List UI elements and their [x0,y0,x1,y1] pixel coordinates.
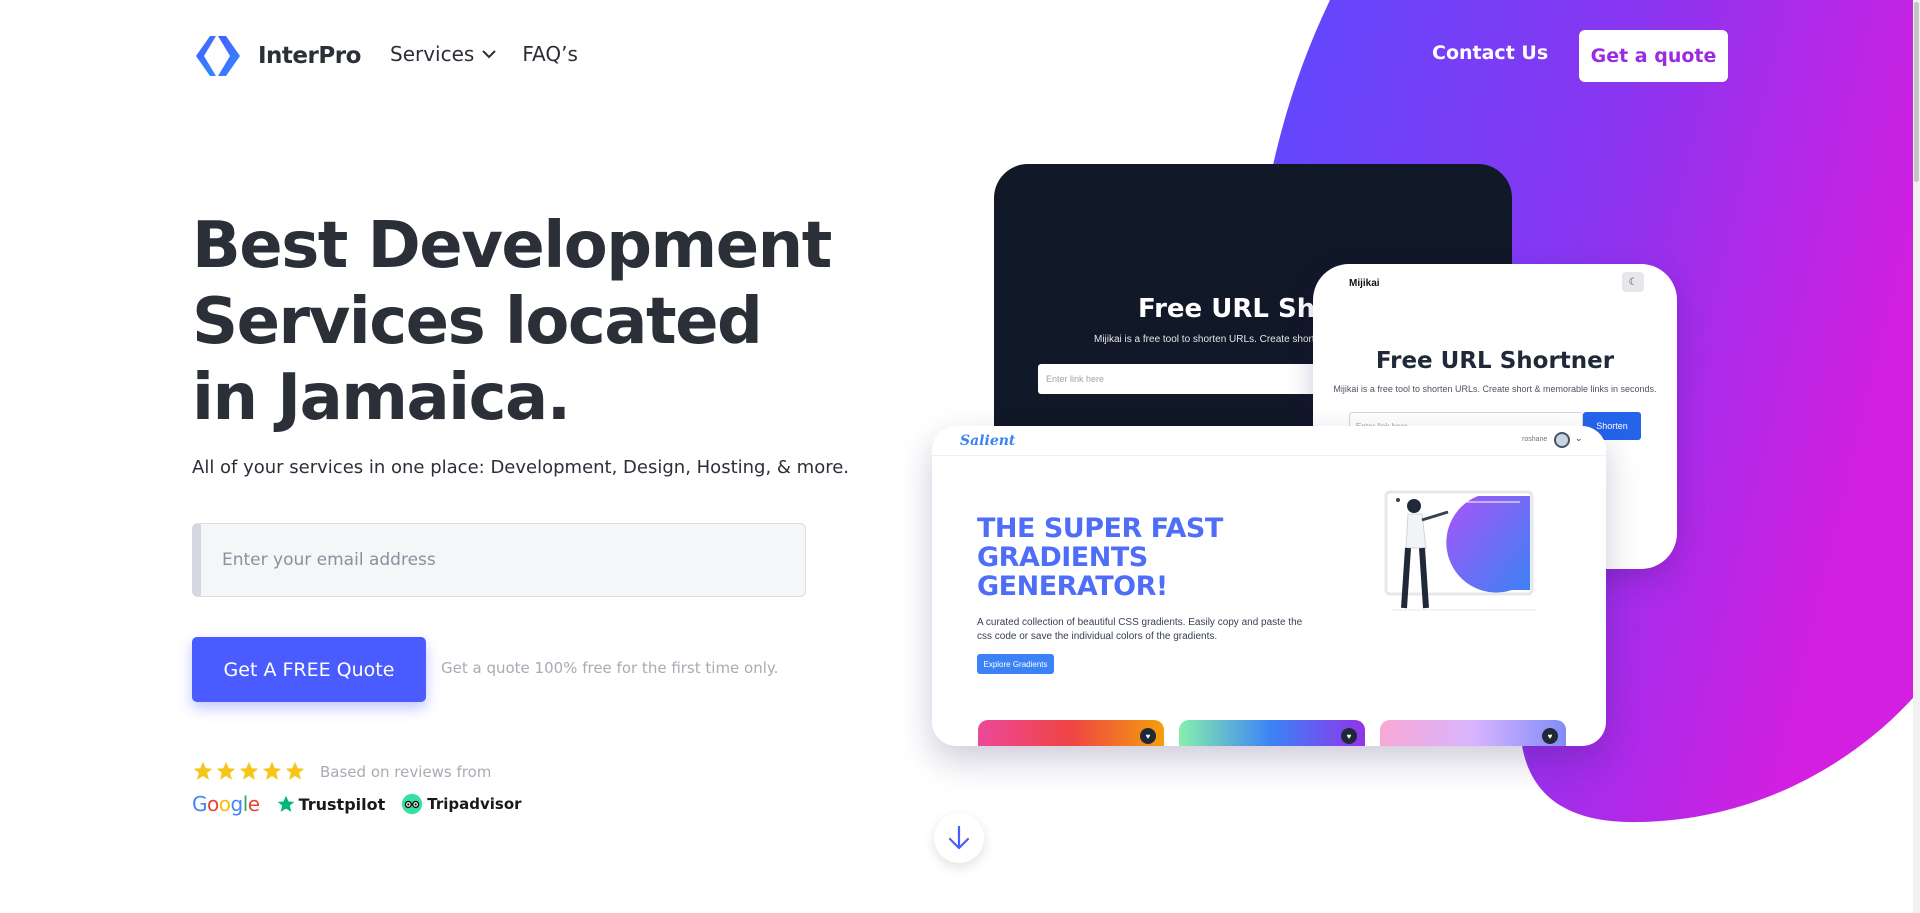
mockup-title: Free URL Shortner [1375,348,1615,374]
person-with-board-illustration [1384,490,1537,611]
gradient-swatch: ♥ [1380,720,1566,746]
star-icon [285,761,305,780]
chevron-down-icon [482,50,497,59]
mockup-gradient-generator: Salient roshane ⌄ THE SUPER FAST GRADIEN… [932,426,1606,746]
headline-line: Best Development [192,209,832,283]
moon-icon: ☾ [1622,272,1644,292]
mockup-heading-line: THE SUPER FAST [977,513,1223,544]
page-scrollbar[interactable] [1913,0,1920,913]
mockup-navbar: Salient roshane ⌄ [932,426,1606,456]
star-icon [239,761,259,780]
hero-headline: Best Development Services located in Jam… [192,208,832,436]
nav-item-label: Services [390,42,475,66]
site-logo[interactable]: InterPro [192,34,361,78]
main-nav: Services FAQ’s [390,42,578,66]
get-free-quote-button[interactable]: Get A FREE Quote [192,637,426,702]
headline-line: in Jamaica. [192,361,571,435]
get-a-quote-button[interactable]: Get a quote [1579,30,1728,82]
email-input[interactable] [192,523,806,597]
contact-us-link[interactable]: Contact Us [1432,42,1548,64]
tripadvisor-logo: Tripadvisor [401,793,522,815]
mockup-heading: THE SUPER FAST GRADIENTS GENERATOR! [977,514,1223,601]
mockup-input: Enter link here [1038,364,1338,394]
heart-icon: ♥ [1341,728,1357,744]
google-logo: Google [192,792,260,816]
logo-wordmark: InterPro [258,43,361,69]
mockup-paragraph: A curated collection of beautiful CSS gr… [977,617,1303,642]
star-icon [216,761,236,780]
mockup-explore-button: Explore Gradients [977,654,1054,674]
reviews-caption: Based on reviews from [320,763,492,781]
mockup-brand: Salient [960,433,1016,449]
cta-note: Get a quote 100% free for the first time… [441,659,779,677]
scroll-down-button[interactable] [934,813,984,863]
mockup-username: roshane [1522,436,1548,443]
review-platforms: Google Trustpilot Tripadvisor [192,792,522,816]
hero-subline: All of your services in one place: Devel… [192,457,850,478]
heart-icon: ♥ [1542,728,1558,744]
avatar [1554,432,1570,448]
tripadvisor-owl-icon [402,793,423,815]
star-icon [262,761,282,780]
nav-item-label: FAQ’s [522,42,578,66]
mockup-description: Mijikai is a free tool to shorten URLs. … [1333,384,1657,394]
mockup-brand: Mijikai [1349,278,1380,289]
mockup-description: Mijikai is a free tool to shorten URLs. … [1094,334,1341,345]
mockup-heading-line: GRADIENTS [977,542,1148,573]
nav-item-services[interactable]: Services [390,42,497,66]
scrollbar-thumb[interactable] [1914,2,1919,182]
tripadvisor-label: Tripadvisor [427,795,522,813]
trustpilot-star-icon [277,795,294,812]
star-icon [193,761,213,780]
heart-icon: ♥ [1140,728,1156,744]
chevron-down-icon: ⌄ [1575,433,1583,443]
nav-item-faqs[interactable]: FAQ’s [522,42,578,66]
mockup-heading-line: GENERATOR! [977,571,1168,602]
trustpilot-logo: Trustpilot [276,794,386,814]
gradient-swatch: ♥ [1179,720,1365,746]
gradient-swatch: ♥ [978,720,1164,746]
trustpilot-label: Trustpilot [298,794,386,814]
headline-line: Services located [192,285,763,359]
chevrons-logo-icon [196,36,240,76]
rating-stars [192,760,306,782]
arrow-down-icon [948,825,970,850]
